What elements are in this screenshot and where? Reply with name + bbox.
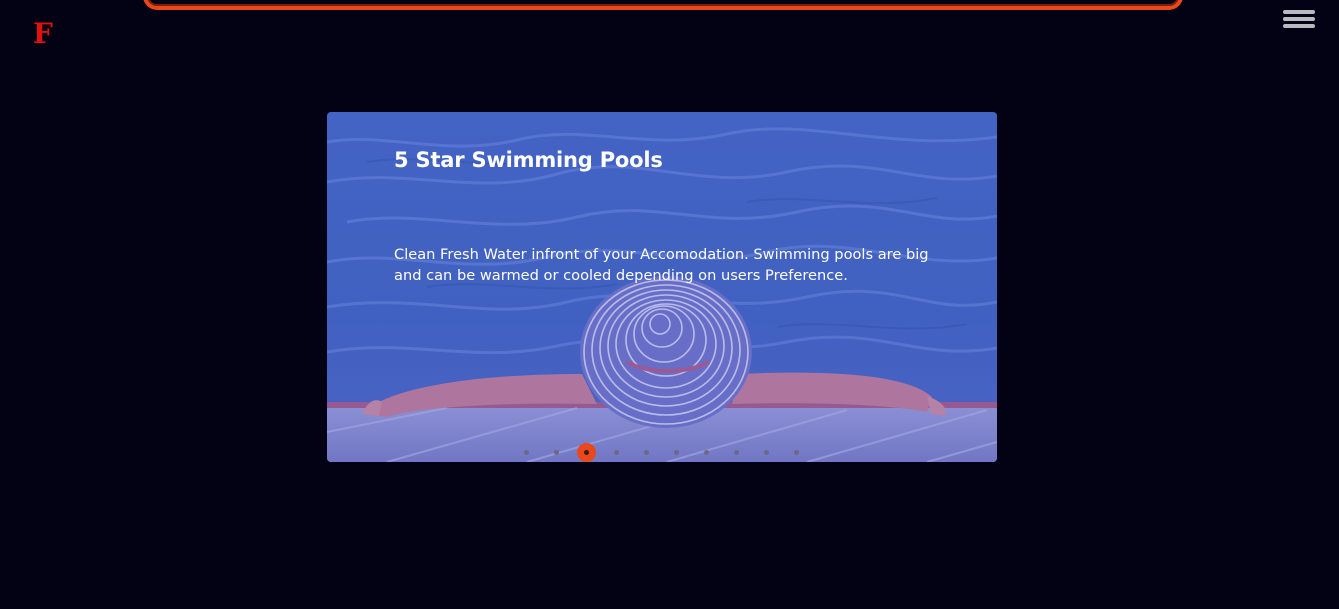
hamburger-line bbox=[1283, 24, 1315, 28]
carousel-dot[interactable] bbox=[524, 450, 529, 455]
carousel-dot[interactable] bbox=[794, 450, 799, 455]
top-nav-bar bbox=[143, 0, 1183, 10]
carousel-dot[interactable] bbox=[644, 450, 649, 455]
carousel-dot[interactable] bbox=[704, 450, 709, 455]
logo[interactable]: F bbox=[33, 17, 53, 51]
slide-title: 5 Star Swimming Pools bbox=[394, 148, 663, 172]
hamburger-menu-icon[interactable] bbox=[1283, 10, 1315, 32]
carousel-dot-active[interactable] bbox=[577, 443, 596, 462]
carousel-dot[interactable] bbox=[614, 450, 619, 455]
slide-description: Clean Fresh Water infront of your Accomo… bbox=[394, 246, 929, 284]
carousel-pagination bbox=[327, 442, 997, 462]
hamburger-line bbox=[1283, 17, 1315, 21]
carousel-dot[interactable] bbox=[674, 450, 679, 455]
carousel-dot[interactable] bbox=[554, 450, 559, 455]
carousel-dot[interactable] bbox=[734, 450, 739, 455]
page: F 5 Star Swimming Pools Clean Fresh Wate… bbox=[0, 0, 1339, 609]
hamburger-line bbox=[1283, 10, 1315, 14]
carousel-dot[interactable] bbox=[764, 450, 769, 455]
carousel-slide[interactable]: 5 Star Swimming Pools Clean Fresh Water … bbox=[327, 112, 997, 462]
